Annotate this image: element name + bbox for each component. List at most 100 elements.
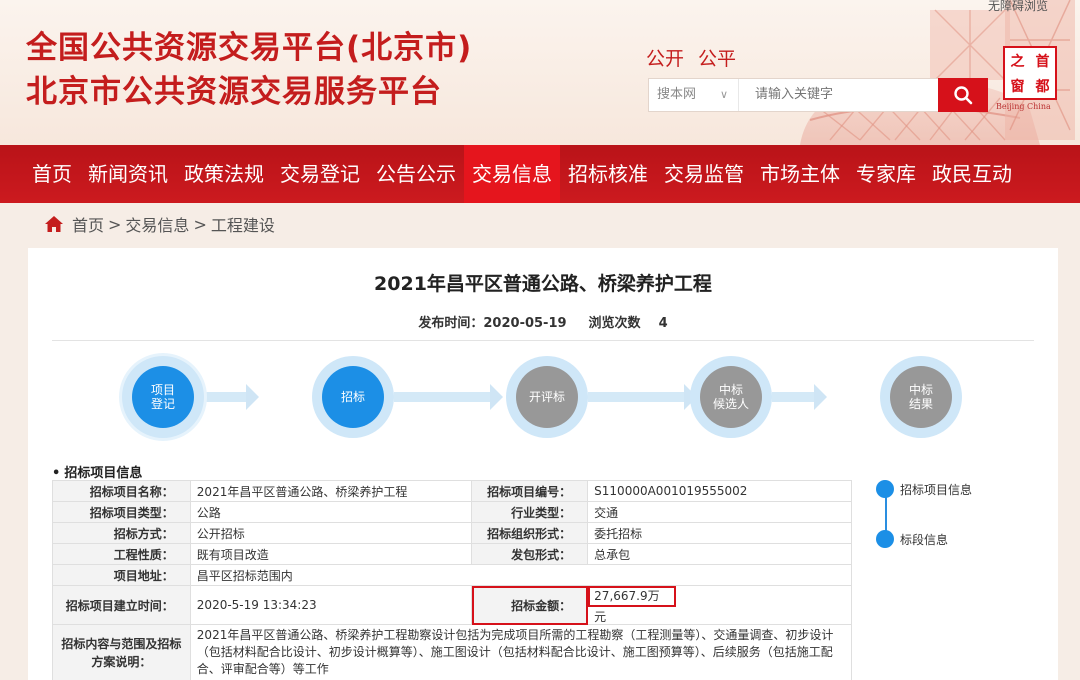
nav-item-announcements[interactable]: 公告公示 [368,145,464,203]
progress-steps: 项目 登记 招标 开评标 中标 候选人 中标 结果 [28,356,1058,438]
publish-label: 发布时间： [418,316,484,331]
platform-title-beijing: 北京市公共资源交易服务平台 [26,74,442,110]
breadcrumb-separator: > [108,214,122,234]
label-contract-form: 发包形式： [471,543,589,565]
table-row: 招标项目名称： 2021年昌平区普通公路、桥梁养护工程 招标项目编号： S110… [52,480,852,502]
label-organization-form: 招标组织形式： [471,522,589,544]
value-contract-form: 总承包 [587,543,852,565]
slogan: 公开 公平 [646,44,750,71]
value-created-time: 2020-5-19 13:34:23 [189,585,473,625]
dot-icon [876,530,894,548]
step-label: 中标 结果 [890,366,952,428]
step-bid-opening[interactable]: 开评标 [506,356,588,438]
label-project-address: 项目地址： [52,564,191,586]
table-row: 招标内容与范围及招标方案说明： 2021年昌平区普通公路、桥梁养护工程勘察设计包… [52,624,853,680]
breadcrumb-engineering[interactable]: 工程建设 [211,212,275,236]
search-button[interactable] [938,78,988,112]
project-info-table: 招标项目名称： 2021年昌平区普通公路、桥梁养护工程 招标项目编号： S110… [52,480,853,680]
detail-panel: 2021年昌平区普通公路、桥梁养护工程 发布时间：2020-05-19 浏览次数 4… [28,248,1058,680]
slogan-fair: 公平 [698,48,737,70]
table-row: 项目地址： 昌平区招标范围内 [52,564,853,586]
bid-amount-highlight: 27,667.9万元 [588,586,677,624]
value-scope-description: 2021年昌平区普通公路、桥梁养护工程勘察设计包括为完成项目所需的工程勘察（工程… [189,624,853,680]
label-project-code: 招标项目编号： [471,480,589,502]
nav-item-bid-approval[interactable]: 招标核准 [560,145,656,203]
nav-item-registration[interactable]: 交易登记 [272,145,368,203]
arrow-right-icon [490,384,503,410]
value-project-type: 公路 [189,501,473,523]
search-input[interactable] [739,79,938,111]
step-label: 开评标 [516,366,578,428]
breadcrumb: 首页 > 交易信息 > 工程建设 [44,212,279,236]
step-label: 中标 候选人 [700,366,762,428]
side-nav-project-info[interactable]: 招标项目信息 [876,480,972,498]
label-project-nature: 工程性质： [52,543,191,565]
project-title: 2021年昌平区普通公路、桥梁养护工程 [374,273,712,295]
value-industry-type: 交通 [587,501,852,523]
step-connector [588,392,684,402]
value-project-address: 昌平区招标范围内 [189,564,853,586]
section-title-text: 招标项目信息 [64,466,143,481]
nav-item-trade-info[interactable]: 交易信息 [464,145,560,203]
nav-item-interaction[interactable]: 政民互动 [924,145,1020,203]
breadcrumb-home[interactable]: 首页 [72,212,104,236]
step-connector [772,392,814,402]
search-bar: 搜本网 ∨ [648,78,988,112]
side-nav-label: 标段信息 [900,532,949,547]
step-result[interactable]: 中标 结果 [880,356,962,438]
table-row: 招标项目建立时间： 2020-5-19 13:34:23 招标金额： 27,66… [52,585,852,625]
label-project-name: 招标项目名称： [52,480,191,502]
value-project-code: S110000A001019555002 [587,480,852,502]
logo-subtitle: Beijing China [996,102,1051,111]
step-connector [394,392,490,402]
label-bid-method: 招标方式： [52,522,191,544]
value-bid-amount: 27,667.9万元 [587,585,852,625]
section-title: • 招标项目信息 [52,462,142,481]
nav-item-supervision[interactable]: 交易监管 [656,145,752,203]
table-row: 招标方式： 公开招标 招标组织形式： 委托招标 [52,522,852,544]
step-label: 项目 登记 [132,366,194,428]
bullet: • [52,466,61,481]
arrow-right-icon [246,384,259,410]
step-registration[interactable]: 项目 登记 [122,356,204,438]
breadcrumb-trade-info[interactable]: 交易信息 [125,212,189,236]
views-label: 浏览次数 [588,316,641,331]
label-industry-type: 行业类型： [471,501,589,523]
slogan-open: 公开 [646,48,685,70]
main-nav: 首页 新闻资讯 政策法规 交易登记 公告公示 交易信息 招标核准 交易监管 市场… [0,145,1080,203]
table-row: 工程性质： 既有项目改造 发包形式： 总承包 [52,543,852,565]
arrow-right-icon [814,384,827,410]
nav-item-home[interactable]: 首页 [24,145,80,203]
step-tendering[interactable]: 招标 [312,356,394,438]
nav-item-news[interactable]: 新闻资讯 [80,145,176,203]
views-count: 4 [658,316,668,331]
value-organization-form: 委托招标 [587,522,852,544]
nav-item-experts[interactable]: 专家库 [848,145,924,203]
platform-title-national: 全国公共资源交易平台(北京市) [26,30,473,66]
side-nav-label: 招标项目信息 [900,482,973,497]
label-bid-amount: 招标金额： [471,585,589,625]
label-scope-description: 招标内容与范围及招标方案说明： [52,624,191,680]
nav-item-market-entities[interactable]: 市场主体 [752,145,848,203]
step-connector [204,392,246,402]
capital-window-logo[interactable]: 之 首 窗 都 [1003,46,1057,100]
chevron-down-icon: ∨ [719,88,728,101]
nav-item-policy[interactable]: 政策法规 [176,145,272,203]
divider [52,340,1034,341]
step-candidates[interactable]: 中标 候选人 [690,356,772,438]
table-row: 招标项目类型： 公路 行业类型： 交通 [52,501,852,523]
breadcrumb-separator: > [193,214,207,234]
side-nav-section-info[interactable]: 标段信息 [876,530,948,548]
value-bid-method: 公开招标 [189,522,473,544]
home-icon[interactable] [44,215,64,233]
project-meta: 发布时间：2020-05-19 浏览次数 4 [28,312,1058,331]
label-project-type: 招标项目类型： [52,501,191,523]
step-label: 招标 [322,366,384,428]
search-icon [954,86,973,105]
search-scope-select[interactable]: 搜本网 ∨ [649,79,739,111]
search-scope-label: 搜本网 [657,87,697,102]
site-header: 全国公共资源交易平台(北京市) 北京市公共资源交易服务平台 无障碍浏览 公开 公平… [0,0,1080,145]
label-created-time: 招标项目建立时间： [52,585,191,625]
accessibility-link[interactable]: 无障碍浏览 [988,0,1048,14]
value-project-name: 2021年昌平区普通公路、桥梁养护工程 [189,480,473,502]
